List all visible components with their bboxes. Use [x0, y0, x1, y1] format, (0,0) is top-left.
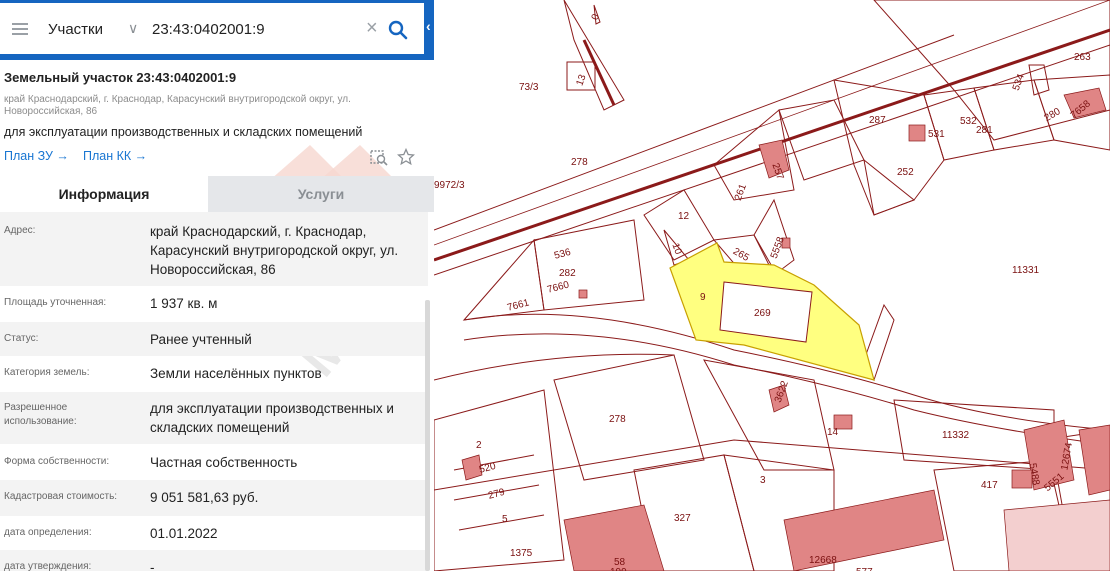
info-value: -	[150, 560, 155, 571]
svg-text:0: 0	[590, 12, 602, 21]
info-value: Частная собственность	[150, 455, 298, 470]
svg-text:12668: 12668	[809, 555, 837, 566]
svg-text:2: 2	[476, 440, 482, 451]
zoom-to-icon[interactable]	[370, 148, 388, 166]
star-icon[interactable]	[397, 148, 415, 166]
collapse-panel-icon[interactable]: ‹	[426, 18, 434, 38]
info-key: Статус:	[4, 333, 39, 344]
svg-text:269: 269	[754, 308, 771, 319]
tab-info[interactable]: Информация	[0, 176, 208, 212]
svg-text:532: 532	[960, 116, 977, 127]
svg-text:3622: 3622	[773, 379, 791, 404]
menu-icon[interactable]	[12, 23, 28, 35]
info-key: дата утверждения:	[4, 561, 92, 571]
svg-text:520: 520	[478, 461, 497, 476]
info-row-date-determined: дата определения: 01.01.2022	[0, 516, 428, 550]
info-value: 01.01.2022	[150, 526, 218, 541]
layer-select[interactable]: Участки	[48, 21, 103, 38]
svg-text:263: 263	[1074, 52, 1091, 63]
info-value: край Краснодарский, г. Краснодар, Карасу…	[150, 224, 399, 277]
search-input[interactable]	[152, 16, 352, 42]
info-row-address: Адрес: край Краснодарский, г. Краснодар,…	[0, 212, 428, 286]
parcel-title: Земельный участок 23:43:0402001:9	[4, 70, 237, 85]
map-canvas[interactable]: 73/3 13 0 263 534 287 532 531 281 280 76…	[434, 0, 1110, 571]
svg-text:199: 199	[610, 567, 627, 571]
svg-text:12: 12	[678, 211, 690, 222]
info-row-date-approved: дата утверждения: -	[0, 550, 428, 571]
svg-text:1375: 1375	[510, 548, 533, 559]
info-key: Форма собственности:	[4, 456, 110, 467]
info-key: Категория земель:	[4, 367, 90, 378]
search-box: Участки ∨ ×	[0, 3, 424, 54]
svg-text:261: 261	[733, 182, 749, 202]
scrollbar[interactable]	[425, 300, 430, 571]
tab-services[interactable]: Услуги	[208, 176, 434, 212]
plan-zu-link[interactable]: План ЗУ →	[4, 149, 69, 163]
info-value: 1 937 кв. м	[150, 296, 218, 311]
plan-kk-link[interactable]: План КК →	[83, 149, 147, 163]
svg-text:287: 287	[869, 115, 886, 126]
svg-text:577: 577	[856, 567, 873, 571]
svg-text:536: 536	[553, 247, 572, 262]
svg-text:278: 278	[571, 157, 588, 168]
info-row-cost: Кадастровая стоимость: 9 051 581,63 руб.	[0, 480, 428, 516]
info-value: 9 051 581,63 руб.	[150, 490, 259, 505]
svg-text:3: 3	[760, 475, 766, 486]
app-root: 73/3 13 0 263 534 287 532 531 281 280 76…	[0, 0, 1110, 571]
info-row-area: Площадь уточненная: 1 937 кв. м	[0, 286, 428, 322]
tabs: Информация Услуги	[0, 176, 434, 212]
info-key: дата определения:	[4, 527, 92, 538]
info-key: Площадь уточненная:	[4, 297, 107, 308]
svg-text:281: 281	[976, 125, 993, 136]
svg-text:534: 534	[1011, 72, 1027, 92]
info-key: Адрес:	[4, 225, 36, 236]
parcel-address: край Краснодарский, г. Краснодар, Карасу…	[4, 94, 351, 117]
svg-text:10: 10	[669, 242, 683, 257]
svg-text:279: 279	[487, 487, 506, 502]
svg-text:265: 265	[731, 246, 751, 264]
parcel-usage: для эксплуатации производственных и скла…	[4, 125, 363, 139]
svg-text:7661: 7661	[506, 297, 531, 313]
svg-text:13: 13	[574, 73, 588, 88]
svg-text:531: 531	[928, 129, 945, 140]
svg-text:417: 417	[981, 480, 998, 491]
info-panel: Участки ∨ × ‹ M Земельный участок 23:43:…	[0, 0, 434, 571]
svg-text:11331: 11331	[1012, 265, 1040, 276]
info-row-ownership: Форма собственности: Частная собственнос…	[0, 444, 428, 480]
info-row-category: Категория земель: Земли населённых пункт…	[0, 356, 428, 392]
svg-text:280: 280	[1043, 106, 1063, 124]
svg-text:9: 9	[700, 292, 706, 303]
svg-text:7660: 7660	[546, 279, 571, 295]
info-row-permitted-use: Разрешенное использование: для эксплуата…	[0, 392, 428, 444]
svg-text:327: 327	[674, 513, 691, 524]
info-key: Кадастровая стоимость:	[4, 491, 118, 502]
info-value: Ранее учтенный	[150, 332, 252, 347]
info-value: для эксплуатации производственных и скла…	[150, 401, 394, 435]
svg-text:5: 5	[502, 514, 508, 525]
chevron-down-icon[interactable]: ∨	[128, 20, 138, 37]
svg-text:252: 252	[897, 167, 914, 178]
info-row-status: Статус: Ранее учтенный	[0, 322, 428, 356]
search-bar: Участки ∨ × ‹	[0, 0, 434, 60]
svg-text:9972/3: 9972/3	[434, 180, 465, 191]
svg-text:11332: 11332	[942, 430, 970, 441]
svg-text:73/3: 73/3	[519, 82, 539, 93]
svg-text:278: 278	[609, 414, 626, 425]
search-icon[interactable]	[388, 20, 408, 40]
info-value: Земли населённых пунктов	[150, 366, 322, 381]
svg-text:14: 14	[827, 427, 839, 438]
info-key: Разрешенное использование:	[4, 402, 77, 427]
close-icon[interactable]: ×	[366, 18, 378, 38]
svg-text:282: 282	[559, 268, 576, 279]
cadastral-map[interactable]: 73/3 13 0 263 534 287 532 531 281 280 76…	[434, 0, 1110, 571]
